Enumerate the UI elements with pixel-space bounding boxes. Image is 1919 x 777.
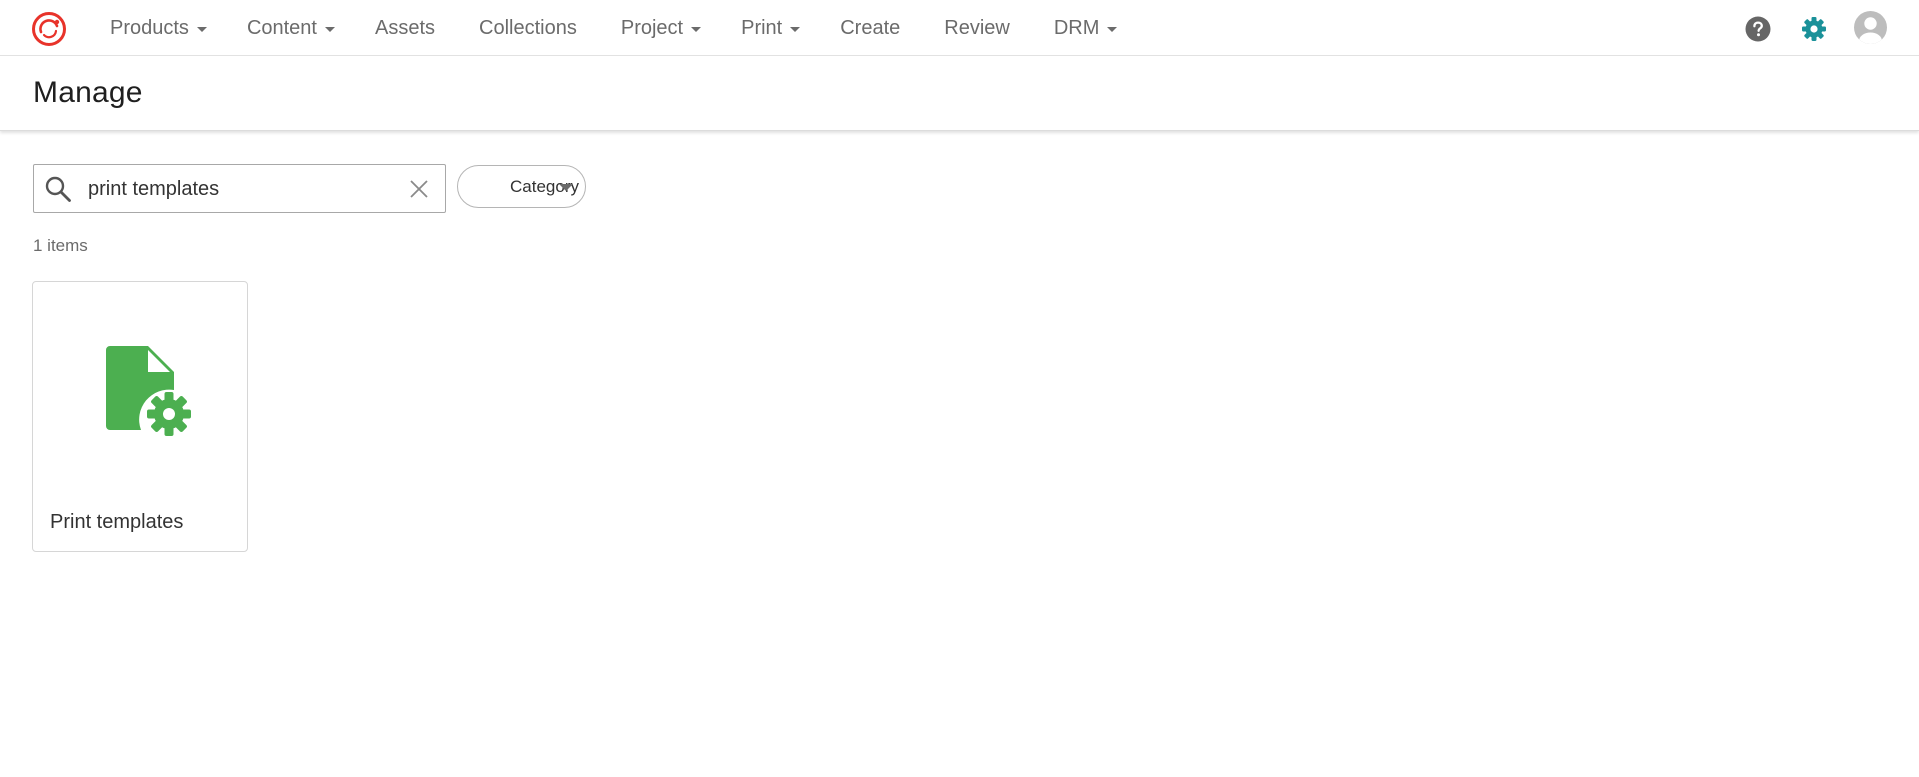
file-gear-icon [106, 346, 191, 436]
nav-item-content[interactable]: Content [247, 0, 335, 56]
nav-item-products[interactable]: Products [110, 0, 207, 56]
nav-item-drm[interactable]: DRM [1054, 0, 1118, 56]
tile-print-templates[interactable]: Print templates [32, 281, 248, 552]
nav-item-label: Print [741, 16, 783, 39]
nav-item-label: Products [110, 16, 189, 39]
nav-item-label: DRM [1053, 16, 1100, 39]
caret-down-icon [691, 27, 702, 32]
caret-down-icon [325, 27, 335, 32]
nav-item-print[interactable]: Print [741, 0, 801, 56]
caret-down-icon [196, 27, 207, 32]
close-icon[interactable] [408, 178, 430, 200]
nav-item-label: Collections [479, 16, 577, 39]
nav-item-label: Review [944, 16, 1010, 39]
category-dropdown[interactable]: Category [457, 165, 586, 208]
main-menu: Products Content Assets Collections Proj… [110, 0, 1118, 56]
help-icon[interactable] [1745, 16, 1771, 42]
nav-item-create[interactable]: Create [840, 0, 900, 56]
nav-item-assets[interactable]: Assets [375, 0, 435, 56]
nav-item-label: Project [620, 16, 684, 39]
search-icon [45, 176, 71, 202]
caret-down-icon [1107, 27, 1118, 32]
search-box [33, 164, 446, 213]
nav-item-collections[interactable]: Collections [479, 0, 577, 56]
sitecore-logo-icon[interactable] [32, 12, 66, 46]
page-title: Manage [33, 76, 143, 109]
tile-label: Print templates [50, 511, 184, 533]
nav-item-label: Create [840, 16, 901, 39]
top-navigation: Products Content Assets Collections Proj… [0, 0, 1919, 56]
nav-item-label: Assets [375, 16, 436, 39]
item-count: 1 items [33, 236, 88, 255]
nav-item-label: Content [246, 16, 317, 39]
caret-down-icon [559, 184, 573, 191]
avatar-icon[interactable] [1854, 11, 1887, 44]
page-header: Manage [0, 56, 1919, 131]
gear-icon[interactable] [1801, 16, 1827, 42]
caret-down-icon [790, 27, 801, 32]
nav-item-review[interactable]: Review [944, 0, 1010, 56]
nav-item-project[interactable]: Project [620, 0, 702, 56]
search-input[interactable] [88, 173, 388, 205]
